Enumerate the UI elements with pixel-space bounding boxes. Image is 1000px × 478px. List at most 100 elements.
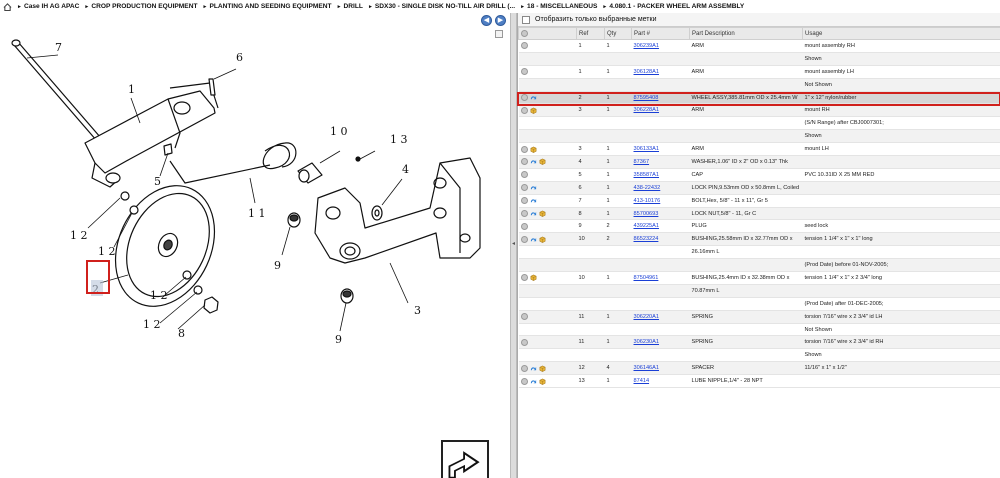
home-icon[interactable] — [3, 2, 12, 11]
col-header-actions[interactable] — [518, 27, 577, 40]
table-row[interactable]: (Prod Date) after 01-DEC-2005; — [518, 297, 1000, 311]
breadcrumb-item[interactable]: ► SDX30 - SINGLE DISK NO-TILL AIR DRILL (… — [368, 3, 515, 10]
col-header-qty[interactable]: Qty — [604, 27, 632, 40]
table-row[interactable]: 3 1 306228A1 ARM mount RH — [518, 103, 1000, 118]
part-number-link[interactable]: 306230A1 — [634, 339, 660, 345]
callout-12b[interactable]: 1 2 — [98, 245, 116, 258]
settings-icon[interactable] — [521, 29, 528, 37]
part-number-link[interactable]: 306146A1 — [634, 365, 660, 371]
part-number-link[interactable]: 306128A1 — [634, 69, 660, 75]
part-number-link[interactable]: 87367 — [634, 159, 650, 165]
table-row[interactable]: 9 2 439225A1 PLUG seed lock — [518, 219, 1000, 234]
part-number-link[interactable]: 87414 — [634, 378, 650, 384]
callout-9b[interactable]: 9 — [335, 333, 342, 346]
replacement-arrow-icon[interactable] — [530, 94, 537, 101]
add-to-cart-icon[interactable] — [520, 158, 528, 166]
show-selected-only-checkbox[interactable] — [522, 15, 530, 24]
col-header-description[interactable]: Part Description — [689, 27, 803, 40]
table-row[interactable]: Shown — [518, 348, 1000, 363]
table-row[interactable]: 11 1 306220A1 SPRING torsion 7/16" wire x 2 … — [518, 310, 1000, 324]
part-number-link[interactable]: 85700693 — [634, 211, 659, 217]
callout-11[interactable]: 1 1 — [248, 207, 266, 220]
part-number-link[interactable]: 413-10176 — [634, 198, 661, 204]
part-number-link[interactable]: 87504961 — [634, 275, 659, 281]
replacement-arrow-icon[interactable] — [530, 210, 537, 217]
kit-box-icon[interactable] — [530, 146, 537, 153]
add-to-cart-icon[interactable] — [520, 106, 528, 114]
replacement-arrow-icon[interactable] — [530, 236, 537, 243]
table-row[interactable]: 26.16mm L — [518, 245, 1000, 260]
part-number-link[interactable]: 306239A1 — [634, 43, 660, 49]
part-number-link[interactable]: 86523224 — [634, 236, 659, 242]
table-row[interactable]: 7 1 413-10176 BOLT,Hex, 5/8" - 11 x 11", Gr… — [518, 194, 1000, 208]
breadcrumb-item[interactable]: ► PLANTING AND SEEDING EQUIPMENT — [202, 3, 331, 10]
table-row[interactable]: Shown — [518, 129, 1000, 144]
table-row[interactable]: Not Shown — [518, 323, 1000, 337]
callout-9a[interactable]: 9 — [274, 259, 281, 272]
add-to-cart-icon[interactable] — [520, 210, 528, 218]
add-to-cart-icon[interactable] — [520, 377, 528, 385]
add-to-cart-icon[interactable] — [520, 364, 528, 372]
breadcrumb-item[interactable]: ► CROP PRODUCTION EQUIPMENT — [84, 3, 197, 10]
col-header-usage[interactable]: Usage — [802, 27, 1000, 40]
table-row[interactable]: 70.87mm L — [518, 284, 1000, 298]
table-row[interactable]: 1 1 306128A1 ARM mount assembly LH — [518, 65, 1000, 79]
add-to-cart-icon[interactable] — [520, 274, 528, 282]
callout-4[interactable]: 4 — [402, 163, 409, 176]
add-to-cart-icon[interactable] — [520, 94, 528, 101]
kit-box-icon[interactable] — [530, 274, 537, 282]
part-number-link[interactable]: 306133A1 — [634, 146, 660, 152]
callout-3[interactable]: 3 — [414, 304, 421, 317]
add-to-cart-icon[interactable] — [520, 145, 528, 153]
callout-12a[interactable]: 1 2 — [70, 229, 88, 242]
part-number-link[interactable]: 438-22432 — [634, 185, 661, 191]
next-page-button[interactable]: ▶ — [495, 15, 506, 26]
callout-12c[interactable]: 1 2 — [150, 289, 168, 302]
breadcrumb-item[interactable]: ► Case IH AG APAC — [17, 3, 79, 10]
table-row[interactable]: 2 1 87595408 WHEEL ASSY,385.81mm OD x 25.4m… — [518, 91, 1000, 105]
callout-8[interactable]: 8 — [178, 327, 185, 340]
table-row[interactable]: 10 1 87504961 BUSHING,25.4mm ID x 32.38mm O… — [518, 271, 1000, 285]
callout-7[interactable]: 7 — [55, 41, 62, 54]
add-to-cart-icon[interactable] — [520, 197, 528, 205]
breadcrumb-item[interactable]: ► 18 - MISCELLANEOUS — [520, 3, 597, 10]
table-row[interactable]: 10 2 86523224 BUSHING,25.58mm ID x 32.77mm … — [518, 232, 1000, 247]
table-row[interactable]: 3 1 306133A1 ARM mount LH — [518, 142, 1000, 157]
table-row[interactable]: 11 1 306230A1 SPRING torsion 7/16" wire x 2 … — [518, 335, 1000, 350]
add-to-cart-icon[interactable] — [520, 42, 528, 50]
table-row[interactable]: 12 4 306146A1 SPACER 11/16" x 1" x 1/2" — [518, 361, 1000, 376]
kit-box-icon[interactable] — [539, 236, 546, 243]
kit-box-icon[interactable] — [539, 210, 546, 217]
table-row[interactable]: (Prod Date) before 01-NOV-2005; — [518, 258, 1000, 273]
table-row[interactable]: 4 1 87367 WASHER,1.06" ID x 2" OD x 0.13" T… — [518, 155, 1000, 169]
add-to-cart-icon[interactable] — [520, 68, 528, 76]
replacement-arrow-icon[interactable] — [530, 184, 537, 191]
table-row[interactable]: Shown — [518, 52, 1000, 66]
callout-5[interactable]: 5 — [154, 175, 161, 188]
add-to-cart-icon[interactable] — [520, 222, 528, 230]
table-row[interactable]: 5 1 358587A1 CAP PVC 10.31ID X 25 MM RED — [518, 168, 1000, 182]
kit-box-icon[interactable] — [539, 365, 546, 372]
callout-13[interactable]: 1 3 — [390, 133, 408, 146]
part-number-link[interactable]: 306228A1 — [634, 107, 660, 113]
replacement-arrow-icon[interactable] — [530, 197, 537, 204]
table-row[interactable]: 8 1 85700693 LOCK NUT,5/8" - 11, Gr C — [518, 207, 1000, 221]
add-to-cart-icon[interactable] — [520, 184, 528, 192]
kit-box-icon[interactable] — [539, 158, 546, 166]
add-to-cart-icon[interactable] — [520, 171, 528, 179]
table-row[interactable]: 6 1 438-22432 LOCK PIN,9.53mm OD x 50.8mm L… — [518, 181, 1000, 195]
callout-10[interactable]: 1 0 — [330, 125, 348, 138]
replacement-arrow-icon[interactable] — [530, 158, 537, 165]
kit-box-icon[interactable] — [539, 378, 546, 385]
callout-1[interactable]: 1 — [128, 83, 135, 96]
replacement-arrow-icon[interactable] — [530, 365, 537, 372]
part-number-link[interactable]: 439225A1 — [634, 223, 660, 229]
add-to-cart-icon[interactable] — [520, 338, 528, 346]
breadcrumb-item[interactable]: ► 4.080.1 - PACKER WHEEL ARM ASSEMBLY — [602, 3, 744, 10]
callout-6[interactable]: 6 — [236, 51, 243, 64]
callout-12d[interactable]: 1 2 — [143, 318, 161, 331]
part-number-link[interactable]: 358587A1 — [634, 172, 660, 178]
pane-splitter[interactable]: ◂ — [510, 13, 517, 478]
table-row[interactable]: Not Shown — [518, 78, 1000, 92]
add-to-cart-icon[interactable] — [520, 313, 528, 321]
